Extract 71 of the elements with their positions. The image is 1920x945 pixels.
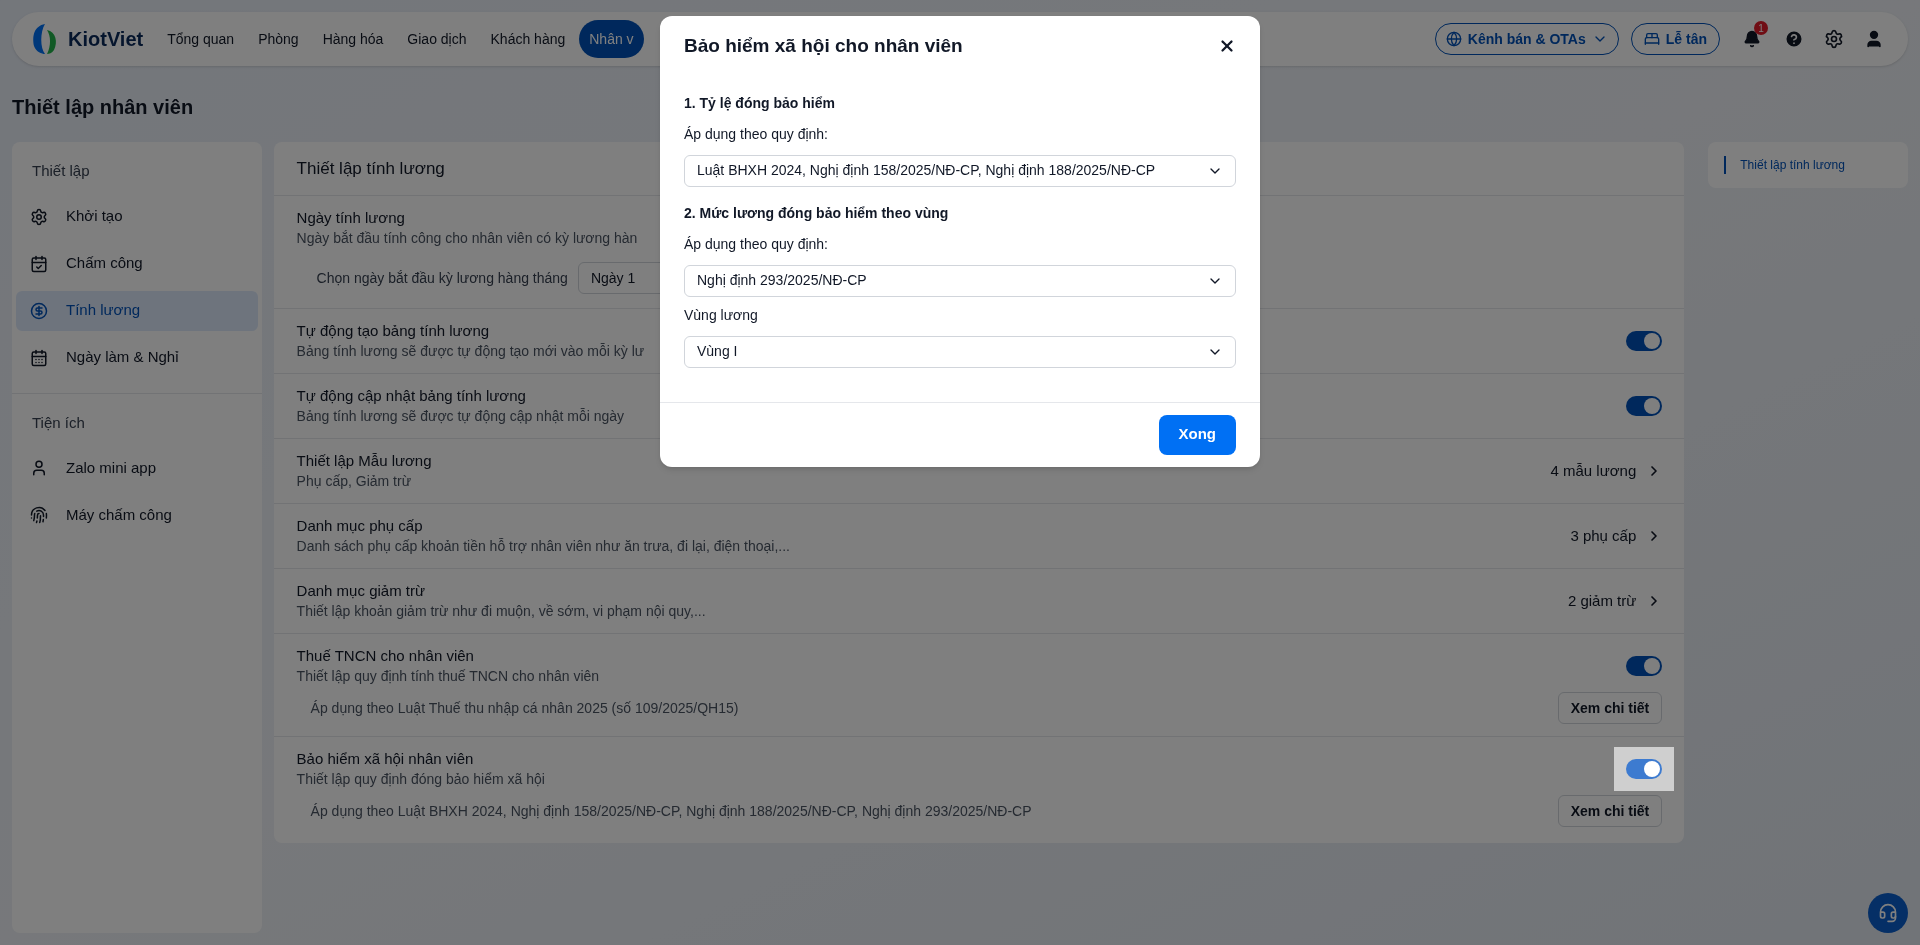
toggle-switch[interactable] <box>1626 656 1663 676</box>
section-heading: 2. Mức lương đóng bảo hiểm theo vùng <box>684 203 950 223</box>
count-link[interactable]: 3 phụ cấp <box>1570 524 1637 548</box>
setting-description: Phụ cấp, Giảm trừ <box>296 472 412 491</box>
setting-description: Bảng tính lương sẽ được tự động cập nhật mỗi ngày <box>296 407 625 426</box>
setting-title: Bảo hiểm xã hội nhân viên <box>296 749 475 769</box>
dialog-title: Bảo hiểm xã hội cho nhân viên <box>684 34 963 58</box>
setting-description: Thiết lập quy định đóng bảo hiểm xã hội <box>296 770 545 789</box>
bell-icon[interactable] <box>1743 30 1761 48</box>
regulation-select[interactable]: Nghị định 293/2025/NĐ-CP <box>684 264 1236 297</box>
brand-name: KiotViet <box>68 27 144 52</box>
globe-icon <box>1445 31 1462 47</box>
details-button[interactable]: Xem chi tiết <box>1557 795 1663 827</box>
nav-tab[interactable]: Giao dịch <box>397 20 477 58</box>
setting-description: Ngày bắt đầu tính công cho nhân viên có kỳ lương hàn <box>296 229 638 248</box>
toggle-switch[interactable] <box>1626 331 1663 351</box>
count-link[interactable]: 2 giảm trừ <box>1567 589 1637 613</box>
person-icon <box>30 459 48 477</box>
support-button[interactable] <box>1868 893 1908 933</box>
dollar-circle-icon <box>30 301 48 320</box>
setting-title: Thuế TNCN cho nhân viên <box>296 646 475 666</box>
nav-tab[interactable]: Hàng hóa <box>312 20 394 58</box>
toc-link[interactable]: Thiết lập tính lương <box>1724 156 1892 174</box>
nav-tab[interactable]: Nhân v <box>579 20 644 58</box>
regulation-note: Áp dụng theo Luật Thuế thu nhập cá nhân 2025 (số 109/2025/QH15) <box>310 698 739 718</box>
setting-description: Thiết lập quy định tính thuế TNCN cho nhân viên <box>296 667 600 686</box>
setting-title: Tự động cập nhật bảng tính lương <box>296 386 527 406</box>
field-label: Vùng lương <box>684 305 759 325</box>
settings-icon[interactable] <box>1824 29 1844 49</box>
toggle-switch[interactable] <box>1626 759 1663 779</box>
toggle-switch[interactable] <box>1626 396 1663 416</box>
calendar-icon <box>30 348 48 367</box>
setting-title: Ngày tính lương <box>296 208 406 228</box>
headset-icon <box>1878 903 1898 923</box>
setting-description: Bảng tính lương sẽ được tự động tạo mới vào mỗi kỳ lư <box>296 342 645 361</box>
sidebar-item[interactable]: Máy chấm công <box>16 495 258 535</box>
calendar-check-icon <box>30 254 48 273</box>
setting-title: Danh mục giảm trừ <box>296 581 426 601</box>
nav-tab[interactable]: Tổng quan <box>157 20 245 58</box>
page-title: Thiết lập nhân viên <box>12 95 194 120</box>
gear-icon <box>30 207 48 226</box>
select-label: Chọn ngày bắt đầu kỳ lương hàng tháng <box>316 268 568 288</box>
sidebar-item[interactable]: Tính lương <box>16 290 258 331</box>
sidebar-item[interactable]: Ngày làm & Nghỉ <box>16 337 258 378</box>
count-link[interactable]: 4 mẫu lương <box>1550 459 1637 483</box>
nav-tab[interactable]: Phòng <box>248 20 309 58</box>
details-button[interactable]: Xem chi tiết <box>1557 692 1663 724</box>
notification-badge: 1 <box>1754 21 1768 35</box>
user-icon[interactable] <box>1864 29 1884 49</box>
setting-title: Tự động tạo bảng tính lương <box>296 321 491 341</box>
sidebar-section-title: Thiết lập <box>31 161 91 181</box>
fingerprint-icon <box>30 506 48 524</box>
done-button[interactable]: Xong <box>1158 414 1236 455</box>
sidebar-item[interactable]: Chấm công <box>16 243 258 284</box>
sidebar-section-title: Tiện ích <box>31 412 86 433</box>
nav-tab[interactable]: Khách hàng <box>480 20 576 58</box>
section-heading: 1. Tỷ lệ đóng bảo hiểm <box>684 93 836 113</box>
setting-title: Thiết lập Mẫu lương <box>296 451 432 471</box>
setting-description: Danh sách phụ cấp khoản tiền hỗ trợ nhân viên như ăn trưa, đi lại, điện thoại,... <box>296 537 790 556</box>
regulation-select[interactable]: Luật BHXH 2024, Nghị định 158/2025/NĐ-CP, Nghị định 188/2025/NĐ-CP <box>684 154 1236 187</box>
bed-icon <box>1643 31 1660 47</box>
card-title: Thiết lập tính lương <box>296 157 445 180</box>
regulation-select[interactable]: Vùng I <box>684 335 1236 368</box>
sidebar-item[interactable]: Zalo mini app <box>16 448 258 488</box>
help-icon[interactable] <box>1784 29 1804 49</box>
setting-description: Thiết lập khoản giảm trừ như đi muộn, về sớm, vi phạm nội quy,... <box>296 602 706 621</box>
field-label: Áp dụng theo quy định: <box>684 124 829 144</box>
field-label: Áp dụng theo quy định: <box>684 234 829 254</box>
setting-title: Danh mục phụ cấp <box>296 516 424 536</box>
sidebar-item[interactable]: Khởi tạo <box>16 196 258 237</box>
regulation-note: Áp dụng theo Luật BHXH 2024, Nghị định 158/2025/NĐ-CP, Nghị định 188/2025/NĐ-CP, Nghị định 293/2025/NĐ-CP <box>310 801 1032 821</box>
